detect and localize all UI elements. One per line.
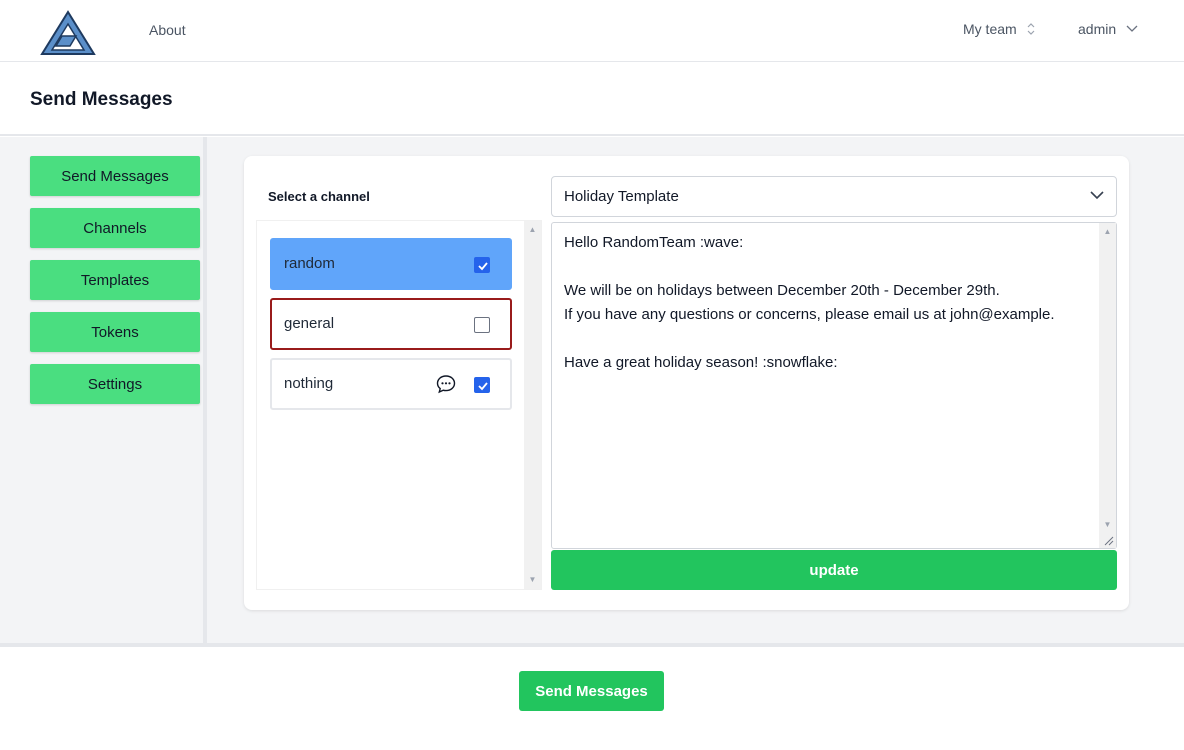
sidebar-item-channels[interactable]: Channels <box>30 208 200 248</box>
channel-select-label: Select a channel <box>268 189 370 204</box>
page-header: Send Messages <box>0 62 1184 136</box>
channel-checkbox[interactable] <box>474 257 490 273</box>
logo-icon[interactable] <box>40 10 96 56</box>
resize-handle-icon[interactable] <box>1102 534 1114 546</box>
template-select[interactable]: Holiday Template <box>551 176 1117 217</box>
scroll-up-icon[interactable]: ▲ <box>524 223 541 237</box>
scroll-down-icon[interactable]: ▼ <box>1099 518 1116 532</box>
message-line: We will be on holidays between December … <box>564 282 1000 299</box>
updown-chevron-icon <box>1027 23 1035 35</box>
channel-item-nothing[interactable]: nothing <box>270 358 512 410</box>
sidebar-item-templates[interactable]: Templates <box>30 260 200 300</box>
user-label: admin <box>1078 21 1117 37</box>
about-link[interactable]: About <box>149 22 186 38</box>
template-select-value: Holiday Template <box>564 188 679 205</box>
checkmark-icon <box>478 262 488 271</box>
channel-name: random <box>284 255 335 272</box>
top-nav: About My team admin <box>0 0 1184 62</box>
sidebar-item-settings[interactable]: Settings <box>30 364 200 404</box>
channel-checkbox[interactable] <box>474 317 490 333</box>
team-label: My team <box>963 21 1017 37</box>
chat-bubble-icon <box>436 375 456 394</box>
sidebar-item-tokens[interactable]: Tokens <box>30 312 200 352</box>
channel-item-random[interactable]: random <box>270 238 512 290</box>
sidebar-item-send-messages[interactable]: Send Messages <box>30 156 200 196</box>
checkmark-icon <box>478 382 488 391</box>
message-line: Hello RandomTeam :wave: <box>564 234 744 251</box>
update-button[interactable]: update <box>551 550 1117 590</box>
channel-name: general <box>284 315 335 332</box>
channel-checkbox[interactable] <box>474 377 490 393</box>
scroll-down-icon[interactable]: ▼ <box>524 573 541 587</box>
chevron-down-icon <box>1126 25 1138 32</box>
channel-name: nothing <box>284 375 334 392</box>
user-menu[interactable]: admin <box>1078 21 1138 37</box>
chevron-down-icon <box>1090 191 1104 200</box>
textarea-scrollbar[interactable]: ▲ ▼ <box>1099 223 1116 548</box>
page-title: Send Messages <box>30 89 173 110</box>
team-selector[interactable]: My team <box>963 21 1035 37</box>
scroll-up-icon[interactable]: ▲ <box>1099 225 1116 239</box>
message-textarea[interactable]: Hello RandomTeam :wave: We will be on ho… <box>551 222 1117 549</box>
send-messages-button[interactable]: Send Messages <box>519 671 664 711</box>
channel-item-general[interactable]: general <box>270 298 512 350</box>
channel-list-scrollbar[interactable]: ▲ ▼ <box>524 221 541 589</box>
message-line: If you have any questions or concerns, p… <box>564 306 1055 323</box>
message-line: Have a great holiday season! :snowflake: <box>564 354 838 371</box>
